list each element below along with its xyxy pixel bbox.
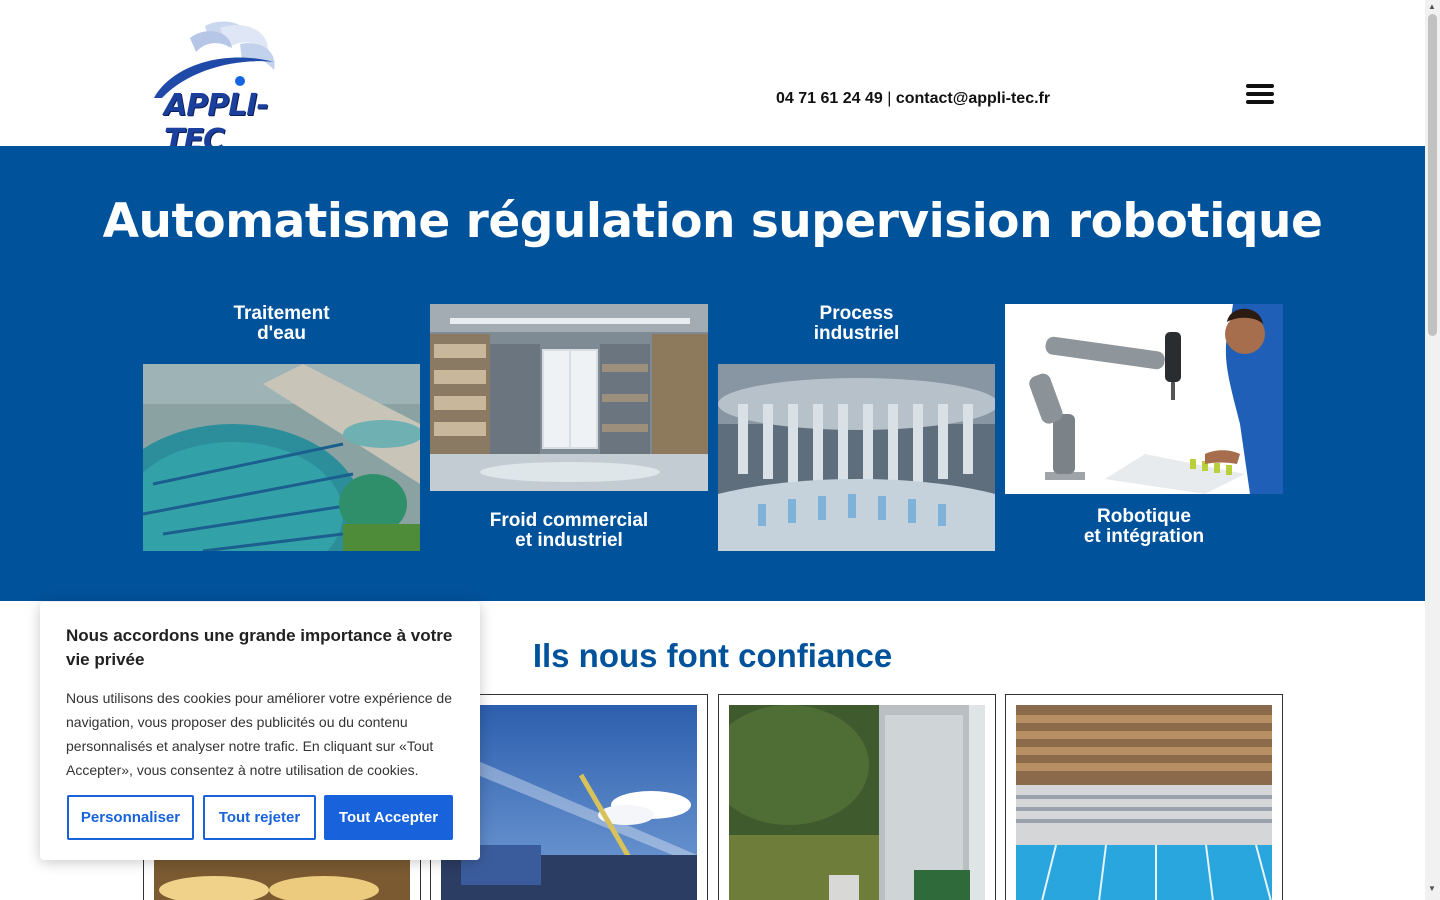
water-treatment-image[interactable] bbox=[143, 364, 420, 551]
cookie-consent-banner: Nous accordons une grande importance à v… bbox=[40, 602, 480, 860]
client-card-image-pumping-station bbox=[729, 705, 985, 900]
customize-button[interactable]: Personnaliser bbox=[67, 795, 194, 840]
scroll-down-arrow-icon[interactable]: ▼ bbox=[1428, 884, 1436, 893]
contact-separator: | bbox=[882, 90, 896, 107]
accept-all-button[interactable]: Tout Accepter bbox=[324, 795, 453, 840]
service-label-line: et intégration bbox=[1083, 526, 1205, 547]
hero-title: Automatisme régulation supervision robot… bbox=[102, 194, 1323, 249]
logo-swirl-icon bbox=[154, 21, 275, 98]
refrigeration-image[interactable] bbox=[430, 304, 708, 491]
hero-section: Automatisme régulation supervision robot… bbox=[0, 146, 1425, 601]
service-label-line: Froid commercial bbox=[489, 510, 649, 531]
service-label-process[interactable]: Process industriel bbox=[718, 304, 995, 344]
scroll-up-arrow-icon[interactable]: ▲ bbox=[1428, 2, 1436, 11]
client-card-image-swimming-pool bbox=[1016, 705, 1272, 900]
site-header: APPLI-TEC 04 71 61 24 49 | contact@appli… bbox=[0, 0, 1425, 158]
service-label-line: Process bbox=[819, 303, 894, 324]
service-label-line: Traitement bbox=[233, 303, 330, 324]
appli-tec-logo[interactable]: APPLI-TEC bbox=[150, 18, 310, 158]
service-label-line: et industriel bbox=[515, 530, 623, 551]
service-label-water[interactable]: Traitement d'eau bbox=[143, 304, 420, 344]
hamburger-menu-icon[interactable] bbox=[1246, 84, 1274, 106]
robotics-image[interactable] bbox=[1005, 304, 1283, 494]
service-label-line: Robotique bbox=[1097, 506, 1191, 527]
page-scrollbar[interactable]: ▲ ▼ bbox=[1425, 0, 1440, 900]
page: APPLI-TEC 04 71 61 24 49 | contact@appli… bbox=[0, 0, 1425, 900]
client-card[interactable] bbox=[718, 694, 996, 900]
email-link[interactable]: contact@appli-tec.fr bbox=[896, 90, 1050, 107]
client-card[interactable] bbox=[1005, 694, 1283, 900]
cookie-banner-title: Nous accordons une grande importance à v… bbox=[66, 626, 453, 669]
service-label-line: d'eau bbox=[257, 323, 306, 344]
service-label-line: industriel bbox=[813, 323, 900, 344]
reject-all-button[interactable]: Tout rejeter bbox=[203, 795, 316, 840]
industrial-process-image[interactable] bbox=[718, 364, 995, 551]
service-label-refrigeration[interactable]: Froid commercial et industriel bbox=[430, 511, 708, 551]
phone-link[interactable]: 04 71 61 24 49 bbox=[776, 90, 883, 107]
contact-info: 04 71 61 24 49 | contact@appli-tec.fr bbox=[776, 90, 1050, 108]
service-label-robotics[interactable]: Robotique et intégration bbox=[1005, 507, 1283, 547]
scrollbar-thumb[interactable] bbox=[1428, 14, 1437, 336]
cookie-banner-text: Nous utilisons des cookies pour améliore… bbox=[66, 690, 452, 778]
